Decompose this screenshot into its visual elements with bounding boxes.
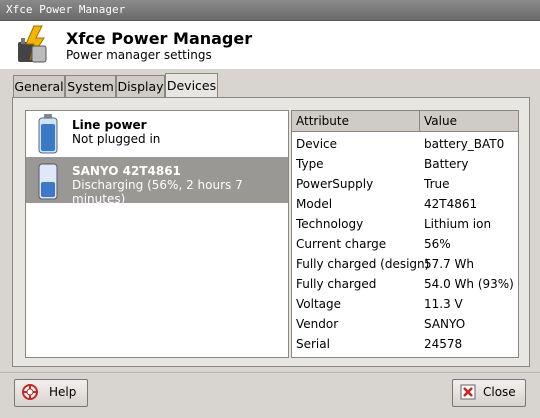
value-cell: Battery [424, 157, 469, 171]
table-row[interactable]: Model 42T4861 [292, 194, 518, 214]
device-list: Line power Not plugged in SANYO 42T4861 … [25, 110, 289, 358]
attribute-cell: Voltage [296, 297, 342, 311]
attribute-cell: Type [296, 157, 324, 171]
close-icon [460, 384, 476, 400]
attribute-cell: Device [296, 137, 338, 151]
tab-system[interactable]: System [65, 75, 116, 97]
device-status: Discharging (56%, 2 hours 7 minutes) [72, 178, 243, 206]
device-status: Not plugged in [72, 132, 161, 146]
lifebuoy-icon [22, 384, 38, 400]
attribute-cell: Fully charged [296, 277, 377, 291]
value-cell: Lithium ion [424, 217, 492, 231]
column-header-value[interactable]: Value [420, 111, 518, 132]
attribute-cell: Current charge [296, 237, 387, 251]
value-cell: 57.7 Wh [424, 257, 475, 271]
tab-display[interactable]: Display [116, 75, 165, 97]
value-cell: 11.3 V [424, 297, 463, 311]
tab-devices[interactable]: Devices [165, 73, 218, 98]
title-bar[interactable]: Xfce Power Manager [0, 0, 540, 21]
help-button[interactable]: Help [14, 379, 88, 407]
dialog-header: Xfce Power Manager Power manager setting… [0, 21, 540, 69]
window-title: Xfce Power Manager [6, 3, 126, 16]
value-cell: 54.0 Wh (93%) [424, 277, 514, 291]
power-manager-window: Xfce Power Manager Xfce Power Manager Po… [0, 0, 540, 418]
list-item[interactable]: Line power Not plugged in [26, 111, 288, 157]
attribute-cell: Technology [296, 217, 364, 231]
table-row[interactable]: Technology Lithium ion [292, 214, 518, 234]
power-manager-icon [18, 25, 47, 63]
battery-level-fill [41, 182, 55, 197]
close-label: Close [483, 385, 516, 399]
value-cell: SANYO [424, 317, 466, 331]
table-row[interactable]: Device battery_BAT0 [292, 134, 518, 154]
battery-full-icon [38, 114, 58, 154]
dialog-subtitle: Power manager settings [66, 48, 212, 62]
value-cell: 56% [424, 237, 451, 251]
table-row[interactable]: PowerSupply True [292, 174, 518, 194]
value-cell: True [424, 177, 450, 191]
attribute-cell: Model [296, 197, 333, 211]
tab-general[interactable]: General [13, 75, 65, 97]
attribute-cell: Serial [296, 337, 330, 351]
attribute-cell: Vendor [296, 317, 339, 331]
attribute-cell: Fully charged (design) [296, 257, 430, 271]
close-button[interactable]: Close [452, 379, 526, 407]
device-name: SANYO 42T4861 [72, 164, 181, 178]
footer-divider [0, 372, 540, 373]
attribute-table: Attribute Value Device battery_BAT0 Type Ba… [291, 110, 519, 358]
attribute-cell: PowerSupply [296, 177, 374, 191]
table-row[interactable]: Fully charged (design) 57.7 Wh [292, 254, 518, 274]
table-row[interactable]: Vendor SANYO [292, 314, 518, 334]
table-row[interactable]: Fully charged 54.0 Wh (93%) [292, 274, 518, 294]
battery-charge-icon [38, 160, 58, 200]
table-row[interactable]: Current charge 56% [292, 234, 518, 254]
column-header-attribute[interactable]: Attribute [292, 111, 420, 132]
table-row[interactable]: Type Battery [292, 154, 518, 174]
devices-panel: Line power Not plugged in SANYO 42T4861 … [12, 97, 530, 367]
device-name: Line power [72, 118, 147, 132]
dialog-title: Xfce Power Manager [66, 29, 253, 48]
table-row[interactable]: Serial 24578 [292, 334, 518, 354]
list-item-selected[interactable]: SANYO 42T4861 Discharging (56%, 2 hours … [26, 157, 288, 206]
table-row[interactable]: Voltage 11.3 V [292, 294, 518, 314]
help-label: Help [49, 385, 77, 399]
value-cell: 24578 [424, 337, 463, 351]
value-cell: 42T4861 [424, 197, 478, 211]
value-cell: battery_BAT0 [424, 137, 505, 151]
